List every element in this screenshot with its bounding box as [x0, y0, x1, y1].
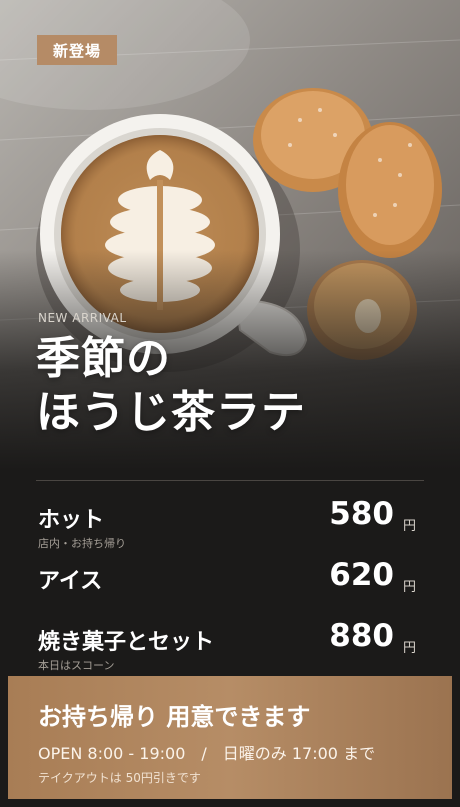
- takeout-headline: お持ち帰り 用意できます: [38, 703, 311, 731]
- price-unit: 円: [402, 580, 416, 595]
- price-unit: 円: [402, 519, 416, 534]
- new-badge: 新登場: [37, 35, 117, 65]
- kicker-label: NEW ARRIVAL: [38, 311, 127, 325]
- menu-item-note: 店内・お持ち帰り: [38, 537, 126, 550]
- menu-item-set: 焼き菓子とセット 本日はスコーン 880 円: [36, 618, 424, 672]
- title-line-2: ほうじ茶ラテ: [36, 387, 306, 438]
- menu-item-iced: アイス 620 円: [36, 557, 424, 607]
- opening-hours: OPEN 8:00 - 19:00 / 日曜のみ 17:00 まで: [38, 744, 376, 763]
- menu-item-name: アイス: [38, 569, 103, 594]
- menu-item-price: 580: [329, 496, 394, 532]
- title-line-1: 季節の: [36, 333, 171, 384]
- takeout-discount-note: テイクアウトは 50円引きです: [38, 771, 201, 785]
- menu-item-note: 本日はスコーン: [38, 659, 115, 672]
- menu-poster: 新登場 NEW ARRIVAL 季節の ほうじ茶ラテ ホット 店内・お持ち帰り …: [0, 0, 460, 807]
- divider: [36, 480, 424, 481]
- menu-item-name: ホット: [38, 508, 105, 533]
- menu-item-name: 焼き菓子とセット: [38, 630, 215, 655]
- price-unit: 円: [402, 641, 416, 656]
- menu-item-hot: ホット 店内・お持ち帰り 580 円: [36, 496, 424, 550]
- takeout-banner: お持ち帰り 用意できます OPEN 8:00 - 19:00 / 日曜のみ 17…: [8, 676, 452, 799]
- menu-item-price: 620: [329, 557, 394, 593]
- product-title: 季節の ほうじ茶ラテ: [36, 332, 436, 440]
- menu-item-price: 880: [329, 618, 394, 654]
